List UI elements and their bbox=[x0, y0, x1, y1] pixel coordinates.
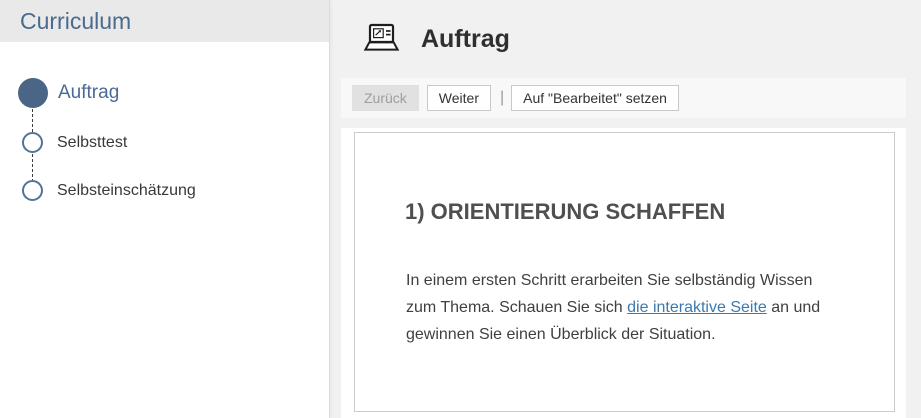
page-header: Auftrag bbox=[341, 0, 906, 78]
sidebar-title: Curriculum bbox=[0, 0, 329, 42]
content-panel: 1) ORIENTIERUNG SCHAFFEN In einem ersten… bbox=[341, 128, 906, 418]
step-label: Selbsteinschätzung bbox=[57, 182, 196, 200]
curriculum-sidebar: Curriculum Auftrag Selbsttest Selbsteins… bbox=[0, 0, 330, 418]
main-content-area: Auftrag Zurück Weiter | Auf "Bearbeitet"… bbox=[341, 0, 906, 418]
sidebar-item-selbsttest[interactable]: Selbsttest bbox=[0, 132, 329, 153]
curriculum-stepper: Auftrag Selbsttest Selbsteinschätzung bbox=[0, 78, 329, 201]
interactive-page-link[interactable]: die interaktive Seite bbox=[627, 299, 767, 316]
back-button[interactable]: Zurück bbox=[352, 85, 419, 111]
navigation-toolbar: Zurück Weiter | Auf "Bearbeitet" setzen bbox=[341, 78, 906, 118]
laptop-chart-icon bbox=[363, 23, 400, 55]
step-label: Auftrag bbox=[58, 82, 119, 104]
sidebar-item-auftrag[interactable]: Auftrag bbox=[0, 78, 329, 108]
mark-edited-button[interactable]: Auf "Bearbeitet" setzen bbox=[511, 85, 679, 111]
page-title: Auftrag bbox=[421, 25, 510, 54]
lesson-paragraph: In einem ersten Schritt erarbeiten Sie s… bbox=[406, 267, 838, 348]
step-circle-outline-icon bbox=[22, 180, 43, 201]
next-button[interactable]: Weiter bbox=[427, 85, 491, 111]
lesson-content-box: 1) ORIENTIERUNG SCHAFFEN In einem ersten… bbox=[354, 132, 895, 412]
step-label: Selbsttest bbox=[57, 134, 127, 152]
lesson-heading: 1) ORIENTIERUNG SCHAFFEN bbox=[405, 199, 864, 225]
sidebar-item-selbsteinschaetzung[interactable]: Selbsteinschätzung bbox=[0, 180, 329, 201]
toolbar-separator: | bbox=[500, 89, 504, 107]
step-circle-filled-icon bbox=[18, 78, 48, 108]
step-circle-outline-icon bbox=[22, 132, 43, 153]
curriculum-page: { "sidebar": { "title": "Curriculum", "s… bbox=[0, 0, 921, 418]
